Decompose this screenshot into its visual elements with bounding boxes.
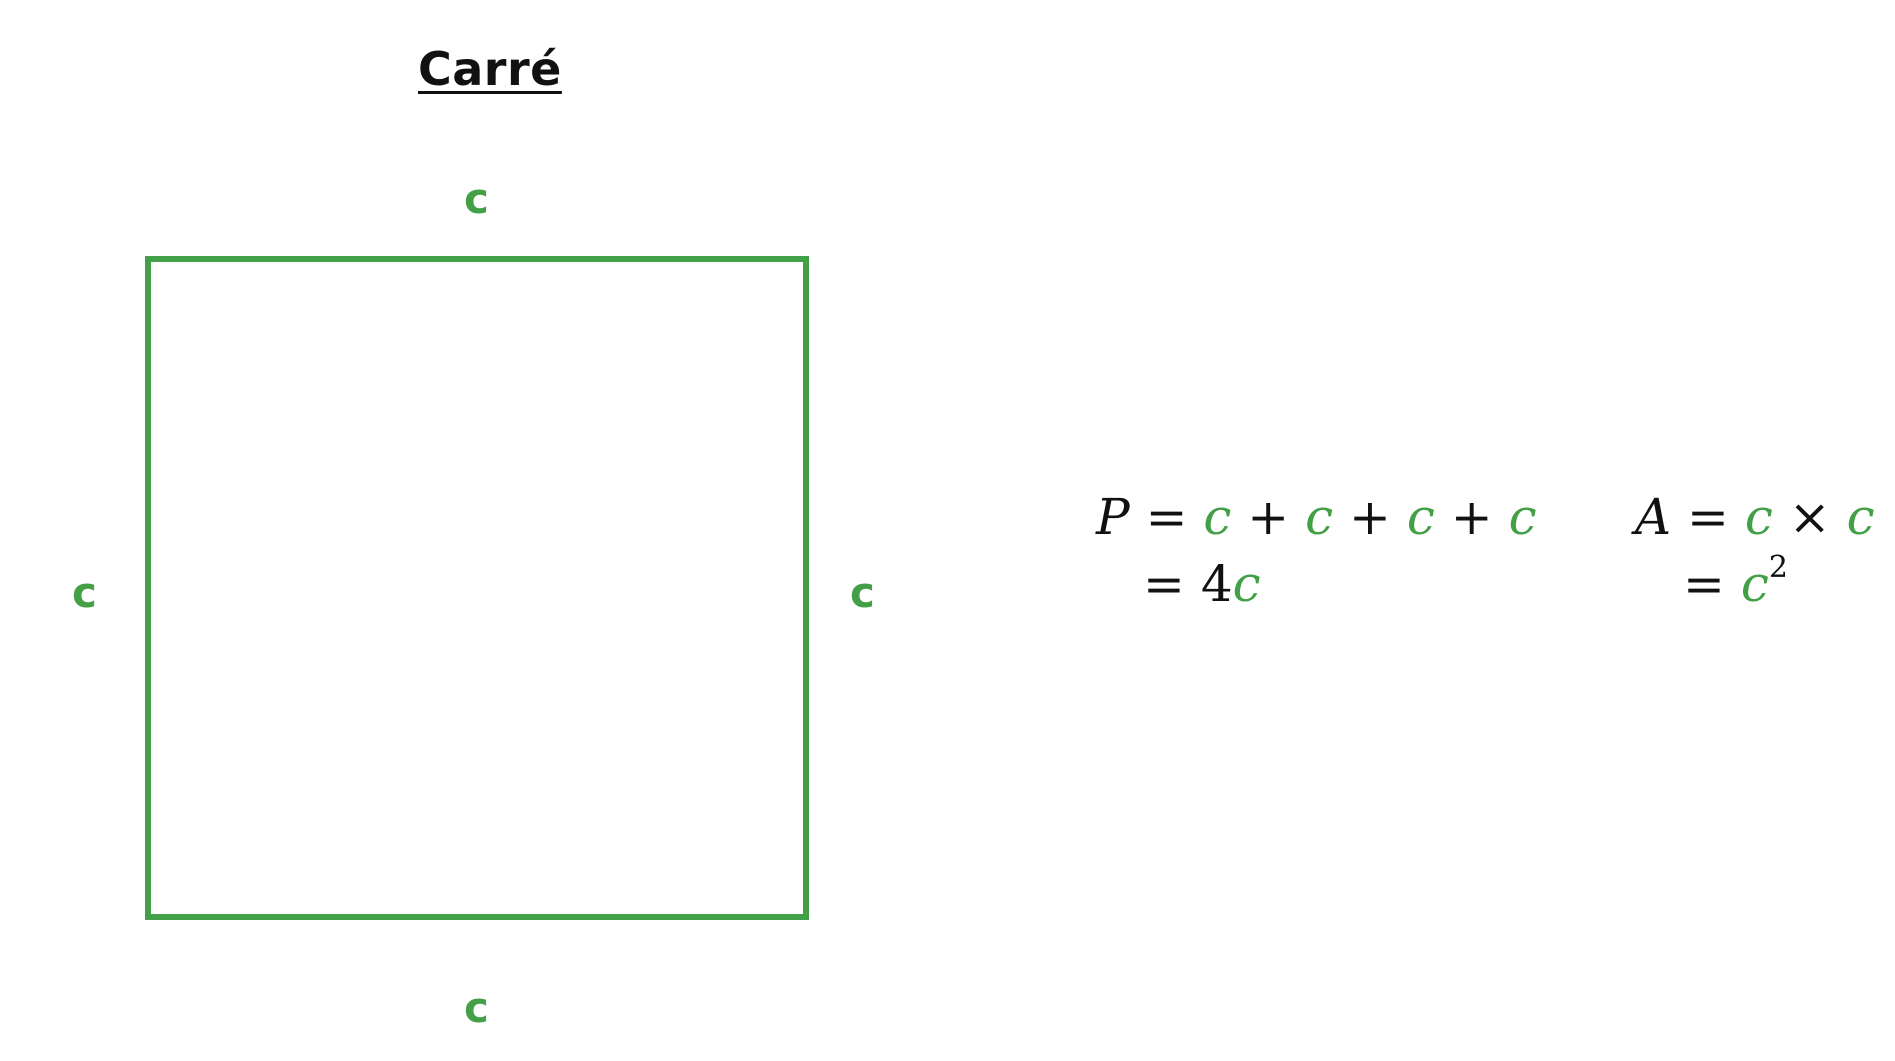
perimeter-formula-line-2: = 4c [1143,559,1261,609]
plus-sign: + [1450,488,1493,546]
area-formula-line-1: A = c × c [1635,492,1875,542]
diagram-title: Carré [418,42,562,96]
side-term: c [1740,555,1769,613]
right-side-label: c [850,568,875,617]
plus-sign: + [1349,488,1391,546]
equals-sign: = [1683,555,1725,613]
side-term: c [1508,488,1537,546]
side-term: c [1744,488,1773,546]
side-term: c [1305,488,1334,546]
side-term: c [1232,555,1261,613]
times-sign: × [1788,488,1831,546]
equals-sign: = [1143,555,1185,613]
side-term: c [1406,488,1435,546]
side-term: c [1846,488,1875,546]
equals-sign: = [1145,488,1188,546]
area-formula-line-2: = c2 [1683,553,1788,609]
perimeter-formula-line-1: P = c + c + c + c [1096,492,1537,542]
top-side-label: c [464,174,489,223]
left-side-label: c [72,568,97,617]
side-term: c [1203,488,1232,546]
plus-sign: + [1247,488,1290,546]
square-shape [145,256,809,920]
area-symbol: A [1635,488,1672,546]
perimeter-symbol: P [1096,488,1130,546]
bottom-side-label: c [464,983,489,1032]
equals-sign: = [1687,488,1729,546]
exponent: 2 [1768,550,1788,586]
coefficient: 4 [1200,555,1233,613]
